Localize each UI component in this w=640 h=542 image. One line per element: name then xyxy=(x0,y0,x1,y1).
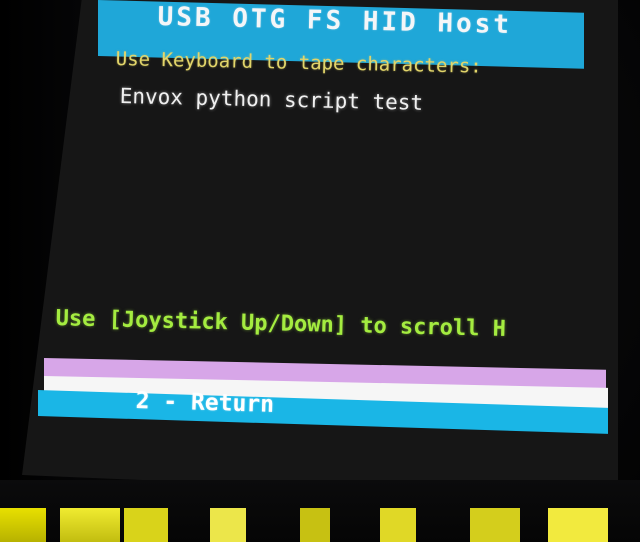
header-pins xyxy=(380,508,416,542)
header-pins xyxy=(0,508,46,542)
header-pins xyxy=(470,508,520,542)
scroll-hint: Use [Joystick Up/Down] to scroll H xyxy=(55,306,507,342)
header-pins xyxy=(210,508,246,542)
return-menu-label[interactable]: 2 - Return xyxy=(135,388,274,418)
header-pins xyxy=(124,508,168,542)
lcd-content: USB OTG FS HID Host Use Keyboard to tape… xyxy=(0,0,640,542)
header-pins xyxy=(300,508,330,542)
header-pins xyxy=(548,508,608,542)
header-pins xyxy=(60,508,120,542)
typed-text: Envox python script test xyxy=(119,84,424,115)
